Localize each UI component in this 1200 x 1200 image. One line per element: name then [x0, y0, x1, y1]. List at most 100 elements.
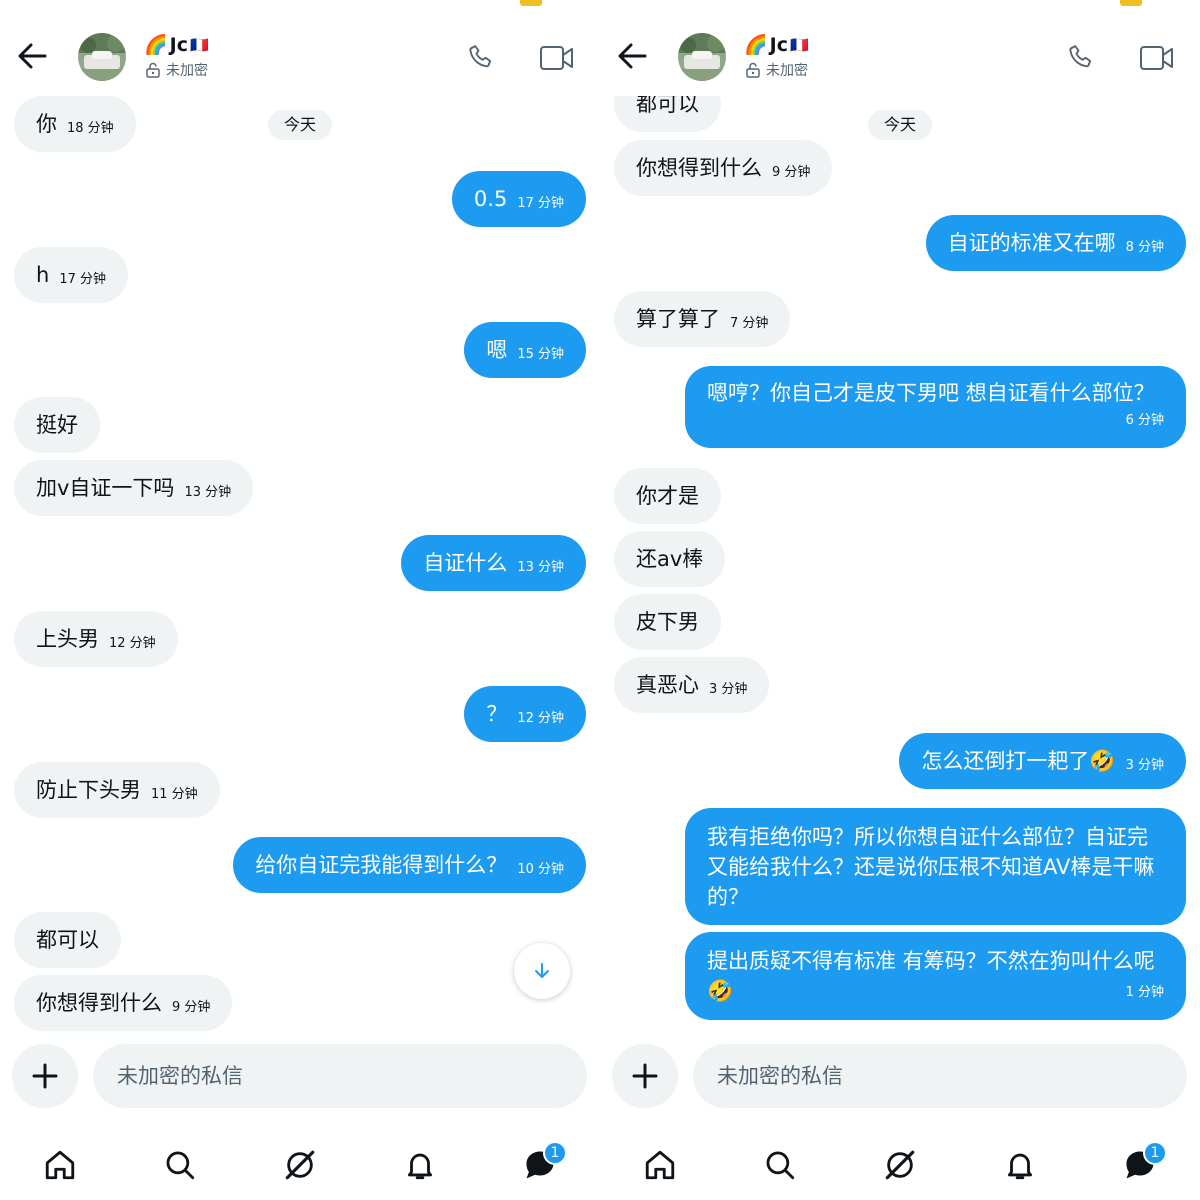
message-input[interactable]	[693, 1044, 1187, 1108]
contact-name[interactable]: 🌈 Jc 🇫🇷	[144, 33, 209, 57]
nav-notifications[interactable]	[395, 1140, 445, 1190]
unlock-icon	[146, 62, 160, 78]
message-incoming[interactable]: 挺好	[14, 397, 100, 453]
nav-messages[interactable]: 1	[515, 1140, 567, 1190]
message-outgoing[interactable]: 自证什么 13 分钟	[401, 535, 586, 591]
search-icon	[766, 1151, 795, 1180]
search-icon	[166, 1151, 195, 1180]
message-outgoing[interactable]: 0.5 17 分钟	[451, 171, 586, 227]
message-input[interactable]	[93, 1044, 587, 1108]
message-incoming[interactable]: 你想得到什么 9 分钟	[614, 140, 833, 196]
home-icon	[645, 1150, 675, 1180]
back-button[interactable]	[614, 38, 650, 74]
rainbow-emoji: 🌈	[144, 34, 168, 56]
bottom-nav: 1	[600, 1130, 1200, 1200]
message-time: 9 分钟	[172, 1000, 211, 1015]
message-list[interactable]: 都可以 今天 你想得到什么 9 分钟 自证的标准又在哪 8 分钟 算了算了 7 分钟 …	[600, 0, 1200, 1040]
voice-call-button[interactable]	[1062, 38, 1102, 78]
video-camera-icon	[1140, 46, 1173, 70]
message-text: 算了算了	[636, 307, 720, 331]
avatar[interactable]	[78, 33, 126, 81]
message-incoming[interactable]: 你 18 分钟	[14, 96, 136, 152]
message-incoming[interactable]: 皮下男	[614, 594, 721, 650]
message-time: 17 分钟	[517, 196, 564, 211]
video-call-button[interactable]	[1134, 38, 1180, 78]
arrow-left-icon	[618, 43, 647, 69]
chat-header: 🌈 Jc 🇫🇷 未加密	[600, 0, 1200, 96]
message-incoming[interactable]: 还av棒	[614, 531, 726, 587]
unlock-icon	[746, 62, 760, 78]
avatar-image	[78, 33, 126, 81]
date-separator: 今天	[268, 110, 333, 140]
nav-search[interactable]	[755, 1140, 805, 1190]
encryption-status-text: 未加密	[166, 63, 208, 79]
message-time: 3 分钟	[1125, 758, 1164, 773]
voice-call-button[interactable]	[462, 38, 502, 78]
message-incoming[interactable]: 真恶心 3 分钟	[614, 657, 770, 713]
message-outgoing[interactable]: ？ 12 分钟	[464, 686, 586, 742]
unread-badge: 1	[1143, 1141, 1167, 1165]
message-text: ？	[486, 702, 508, 726]
message-text: 皮下男	[636, 610, 699, 634]
encryption-status: 未加密	[746, 60, 808, 80]
add-media-button[interactable]	[12, 1044, 78, 1108]
message-text: 0.5	[473, 187, 508, 211]
chat-screen-left: 你 18 分钟 今天 0.5 17 分钟 h 17 分钟 嗯 15 分钟 挺好 加v自证…	[0, 0, 600, 1200]
message-time: 3 分钟	[709, 682, 748, 697]
message-text: 挺好	[36, 413, 78, 437]
flag-emoji: 🇫🇷	[790, 35, 809, 54]
message-outgoing[interactable]: 提出质疑不得有标准 有筹码？不然在狗叫什么呢🤣 1 分钟	[685, 932, 1186, 1020]
message-text: 你	[36, 112, 57, 136]
message-incoming[interactable]: 你想得到什么 9 分钟	[14, 975, 233, 1031]
message-text: 怎么还倒打一耙了🤣	[921, 749, 1116, 773]
message-time: 13 分钟	[517, 560, 564, 575]
message-incoming[interactable]: 你才是	[614, 468, 721, 524]
arrow-left-icon	[18, 43, 47, 69]
message-outgoing[interactable]: 嗯 15 分钟	[464, 322, 586, 378]
nav-home[interactable]	[35, 1140, 85, 1190]
nav-grok[interactable]	[275, 1140, 325, 1190]
message-text: 给你自证完我能得到什么？	[255, 853, 508, 877]
back-button[interactable]	[14, 38, 50, 74]
message-outgoing[interactable]: 自证的标准又在哪 8 分钟	[925, 215, 1186, 271]
video-camera-icon	[540, 46, 573, 70]
message-time: 8 分钟	[1125, 240, 1164, 255]
contact-name-text: Jc	[769, 33, 789, 56]
plus-icon	[632, 1063, 658, 1089]
message-time: 10 分钟	[517, 862, 564, 877]
nav-messages[interactable]: 1	[1115, 1140, 1167, 1190]
message-outgoing[interactable]: 我有拒绝你吗？所以你想自证什么部位？自证完又能给我什么？还是说你压根不知道AV棒…	[685, 808, 1186, 925]
message-time: 6 分钟	[1125, 413, 1164, 428]
message-incoming[interactable]: 都可以	[14, 912, 121, 968]
nav-notifications[interactable]	[995, 1140, 1045, 1190]
avatar[interactable]	[678, 33, 726, 81]
nav-home[interactable]	[635, 1140, 685, 1190]
message-outgoing[interactable]: 怎么还倒打一耙了🤣 3 分钟	[899, 733, 1186, 789]
phone-icon	[1069, 45, 1092, 68]
message-time: 13 分钟	[184, 485, 232, 500]
video-call-button[interactable]	[534, 38, 580, 78]
message-text: 你想得到什么	[36, 991, 162, 1015]
scroll-to-bottom-button[interactable]	[514, 943, 570, 999]
message-incoming[interactable]: 加v自证一下吗 13 分钟	[14, 460, 254, 516]
composer	[600, 1040, 1200, 1120]
add-media-button[interactable]	[612, 1044, 678, 1108]
grok-icon	[285, 1150, 315, 1180]
message-time: 12 分钟	[517, 711, 564, 726]
message-incoming[interactable]: 上头男 12 分钟	[14, 611, 178, 667]
bell-icon	[1007, 1153, 1033, 1180]
contact-name[interactable]: 🌈 Jc 🇫🇷	[744, 33, 809, 57]
message-incoming[interactable]: h 17 分钟	[14, 247, 128, 303]
nav-search[interactable]	[155, 1140, 205, 1190]
message-list[interactable]: 你 18 分钟 今天 0.5 17 分钟 h 17 分钟 嗯 15 分钟 挺好 加v自证…	[0, 0, 600, 1040]
message-incoming[interactable]: 防止下头男 11 分钟	[14, 762, 220, 818]
message-text: 提出质疑不得有标准 有筹码？不然在狗叫什么呢🤣	[707, 949, 1155, 1003]
message-text: h	[36, 263, 50, 287]
message-outgoing[interactable]: 给你自证完我能得到什么？ 10 分钟	[233, 837, 586, 893]
message-incoming[interactable]: 算了算了 7 分钟	[614, 291, 791, 347]
message-text: 还av棒	[636, 547, 704, 571]
nav-grok[interactable]	[875, 1140, 925, 1190]
message-outgoing[interactable]: 嗯哼？你自己才是皮下男吧 想自证看什么部位？ 6 分钟	[685, 366, 1186, 448]
message-text: 自证的标准又在哪	[947, 231, 1116, 255]
composer	[0, 1040, 600, 1120]
